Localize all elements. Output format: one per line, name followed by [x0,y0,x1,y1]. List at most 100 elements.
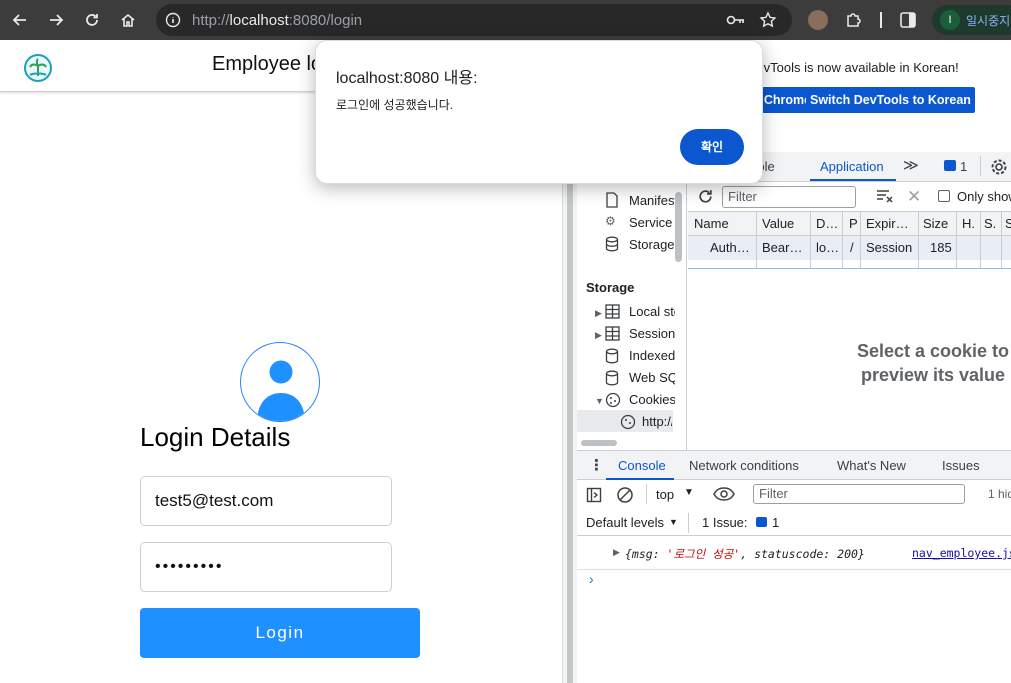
context-selector[interactable]: top [656,487,674,502]
cookie-preview-placeholder: Select a cookie to preview its value [856,341,1010,385]
password-key-icon[interactable] [726,12,746,31]
default-levels-dropdown[interactable]: Default levels [586,515,664,530]
console-log-entry[interactable]: ▶ {msg: '로그인 성공', statuscode: 200} nav_e… [577,536,1011,570]
column-header-name[interactable]: Name [694,216,729,231]
profile-button[interactable]: I 일시중지 [932,5,1011,35]
sidebar-item-cookies[interactable]: Cookies [629,392,675,407]
password-field[interactable]: ••••••••• [140,542,392,592]
console-sidebar-toggle-icon[interactable] [586,487,602,506]
site-info-icon[interactable] [165,12,181,31]
cookie-cell-size: 185 [930,240,952,255]
alert-dialog: localhost:8080 내용: 로그인에 성공했습니다. 확인 [315,40,763,184]
address-bar[interactable]: http://localhost:8080/login [156,4,792,36]
drawer-tab-network-conditions[interactable]: Network conditions [689,458,799,473]
log-source-link[interactable]: nav_employee.js [912,546,1011,560]
expand-local-storage-icon[interactable]: ▶ [595,308,602,319]
sidebar-item-local-storage[interactable]: Local storage [629,304,675,319]
settings-gear-icon[interactable] [990,158,1008,179]
switch-devtools-korean-button[interactable]: Switch DevTools to Korean [806,87,975,113]
forward-icon[interactable] [42,6,70,34]
only-show-issues-checkbox[interactable] [938,190,950,202]
storage-section-heading: Storage [586,280,635,295]
back-icon[interactable] [6,6,34,34]
sidebar-item-service-workers[interactable]: Service workers [629,215,675,230]
console-toolbar-separator [646,484,647,504]
column-header-value[interactable]: Value [762,216,794,231]
drawer-tab-issues[interactable]: Issues [942,458,980,473]
delete-cookie-icon[interactable]: ✕ [907,187,921,207]
only-show-issues-label: Only show cookies with an issue [957,189,1011,204]
dialog-ok-button[interactable]: 확인 [680,129,744,165]
profile-status-label: 일시중지 [966,14,1011,28]
expand-session-storage-icon[interactable]: ▶ [595,330,602,341]
console-levels-bar: Default levels ▼ 1 Issue: 1 [577,510,1011,536]
sidebar-item-indexeddb[interactable]: IndexedDB [629,348,675,363]
clear-filtered-cookies-icon[interactable] [876,188,894,207]
live-expression-eye-icon[interactable] [713,486,735,505]
drawer-tab-whats-new[interactable]: What's New [837,458,906,473]
levels-dropdown-icon[interactable]: ▼ [669,517,678,527]
home-icon[interactable] [114,6,142,34]
tab-application[interactable]: Application [820,159,884,174]
cookie-cell-name: Auth… [710,240,750,255]
console-toolbar: top ▼ Filter 1 hidden [577,480,1011,510]
console-filter-input[interactable]: Filter [753,484,965,504]
cookie-table: Name Value D… P Expir… Size H. S. S Auth… [688,212,1011,268]
column-divider [810,212,811,268]
email-field[interactable]: test5@test.com [140,476,392,526]
bookmark-star-icon[interactable] [759,11,777,32]
browser-toolbar: http://localhost:8080/login I 일시중지 [0,0,1011,40]
sidebar-item-cookie-origin[interactable]: http://localhost:8080 [642,414,672,429]
site-logo[interactable] [24,54,52,82]
column-header-expires[interactable]: Expir… [866,216,909,231]
column-divider [956,212,957,268]
issues-label-count[interactable]: 1 [772,515,779,530]
drawer-tabs: ⋮ Console Network conditions What's New … [577,450,1011,480]
more-tabs-chevron-icon[interactable]: ≫ [903,156,919,174]
refresh-cookies-icon[interactable] [697,188,714,208]
cookie-filter-input[interactable]: Filter [722,186,856,208]
sidebar-item-manifest[interactable]: Manifest [629,193,675,208]
drawer-menu-icon[interactable]: ⋮ [589,456,604,474]
url-text[interactable]: http://localhost:8080/login [192,12,362,29]
issue-message-icon[interactable] [756,517,767,527]
sidebar-vertical-scrollbar[interactable] [675,192,682,262]
drawer-tab-console[interactable]: Console [618,458,666,473]
sidebar-horizontal-scrollbar[interactable] [581,440,617,446]
sidebar-item-storage[interactable]: Storage [629,237,675,252]
cookie-cell-value: Bear… [762,240,803,255]
column-header-secure[interactable]: S. [984,216,996,231]
cookie-cell-path: / [850,240,854,255]
levels-separator [688,513,689,533]
indexeddb-db-icon [605,348,621,364]
issues-message-icon[interactable] [944,160,956,171]
collapse-cookies-icon[interactable]: ▼ [595,396,604,406]
language-banner-text: DevTools is now available in Korean! [747,60,959,75]
clear-console-icon[interactable] [616,486,634,507]
extensions-puzzle-icon[interactable] [845,10,863,31]
dialog-message: 로그인에 성공했습니다. [336,98,454,112]
sidebar-item-web-sql[interactable]: Web SQL [629,370,675,385]
issues-label[interactable]: 1 Issue: [702,515,748,530]
cookie-origin-icon [620,414,636,430]
column-divider [756,212,757,268]
application-sidebar: Manifest ⚙ Service workers Storage Stora… [577,182,687,450]
column-header-path[interactable]: P [849,216,858,231]
login-button[interactable]: Login [140,608,420,658]
sidebar-item-session-storage[interactable]: Session storage [629,326,675,341]
context-dropdown-icon[interactable]: ▼ [684,487,694,498]
console-prompt-chevron-icon[interactable]: › [589,571,594,587]
side-panel-icon[interactable] [899,11,917,32]
column-header-size[interactable]: Size [923,216,948,231]
dialog-title: localhost:8080 내용: [336,70,478,87]
column-divider [918,212,919,268]
extension-avatar-icon[interactable] [808,10,828,30]
reload-icon[interactable] [78,6,106,34]
column-header-httponly[interactable]: H. [962,216,975,231]
cookie-toolbar: Filter ✕ Only show cookies with an issue [688,182,1011,212]
issues-count[interactable]: 1 [960,159,967,174]
column-header-samesite[interactable]: S [1005,216,1011,231]
column-header-domain[interactable]: D… [816,216,838,231]
cookies-icon [605,392,621,408]
expand-log-triangle-icon[interactable]: ▶ [613,547,620,558]
